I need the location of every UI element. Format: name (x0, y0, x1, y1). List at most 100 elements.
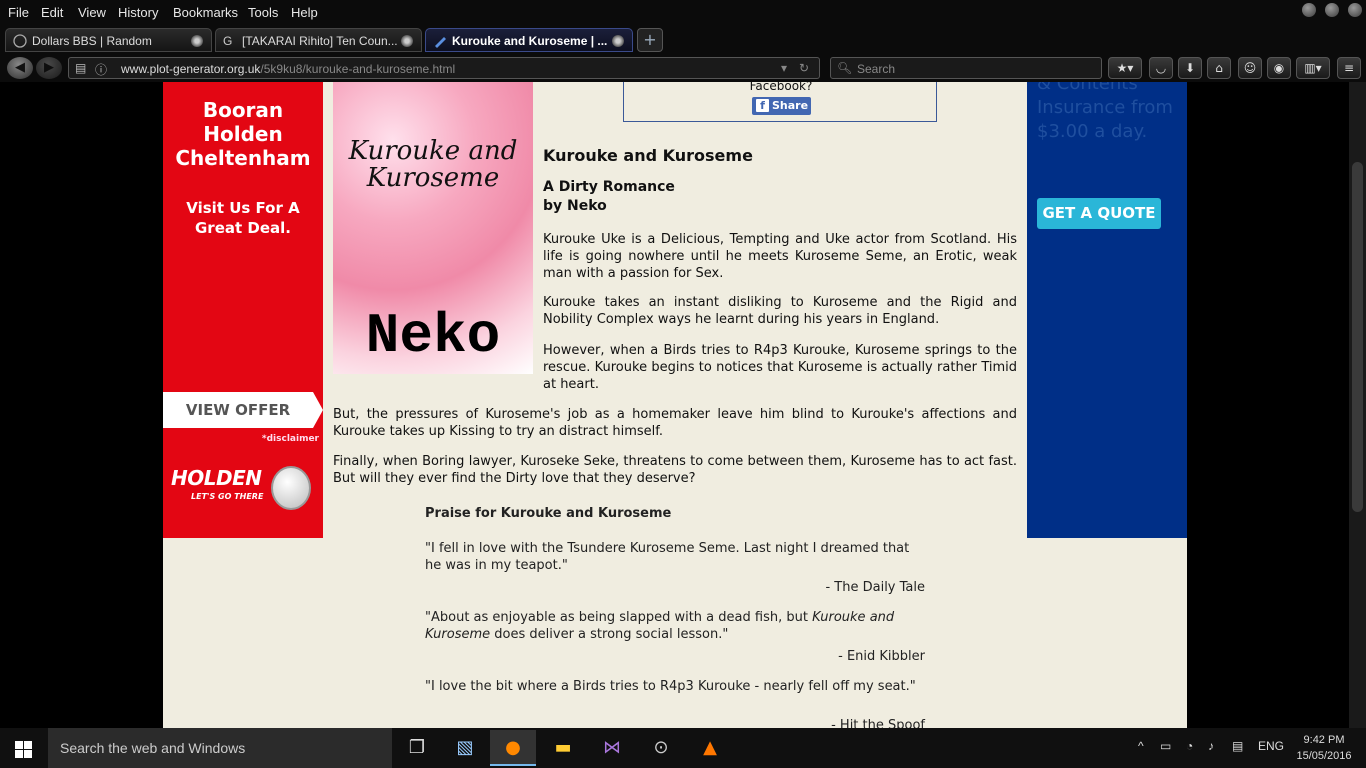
globe-icon (13, 34, 27, 48)
tab-label: Dollars BBS | Random (32, 34, 152, 48)
tab-dollars-bbs[interactable]: Dollars BBS | Random (5, 28, 212, 52)
holden-tagline: LET'S GO THERE (191, 492, 264, 501)
forward-button[interactable]: ▶ (36, 57, 62, 79)
minimize-button[interactable] (1302, 3, 1316, 17)
cover-author: Neko (365, 304, 501, 368)
blurb-paragraph: Kurouke Uke is a Delicious, Tempting and… (543, 232, 1017, 281)
taskbar-search-input[interactable]: Search the web and Windows (48, 728, 392, 768)
visual-studio-icon[interactable]: ⋈ (589, 730, 635, 766)
info-icon[interactable]: ⓘ (95, 61, 107, 78)
back-button[interactable]: ◀ (7, 57, 33, 79)
menu-bookmarks[interactable]: Bookmarks (173, 5, 238, 20)
holden-lion-logo (271, 466, 311, 510)
facebook-prompt: Facebook? (749, 82, 813, 93)
get-a-quote-button[interactable]: GET A QUOTE (1037, 198, 1161, 229)
g-letter-icon: G (223, 34, 233, 48)
task-view-icon[interactable]: ❐ (394, 730, 440, 766)
ad-text: & Contents Insurance from $3.00 a day. (1037, 82, 1173, 142)
navigation-bar: ◀ ▶ ▤ ⓘ www.plot-generator.org.uk/5k9ku8… (0, 54, 1366, 82)
praise-quote: "I fell in love with the Tsundere Kurose… (425, 541, 910, 573)
blurb-paragraph: However, when a Birds tries to R4p3 Kuro… (543, 343, 1017, 392)
menu-tools[interactable]: Tools (248, 5, 278, 20)
close-tab-icon[interactable] (401, 35, 413, 47)
ad-subheading: Visit Us For A Great Deal. (186, 199, 300, 237)
url-domain: www.plot-generator.org.uk (121, 62, 261, 76)
holden-logo-text: HOLDEN (171, 466, 262, 490)
battery-icon[interactable]: ▭ (1160, 739, 1171, 753)
facebook-share-box: Facebook? f Share (623, 82, 937, 122)
clock-date: 15/05/2016 (1296, 750, 1352, 762)
tab-kurouke-and-kuroseme[interactable]: Kurouke and Kuroseme | ... (425, 28, 633, 52)
ad-disclaimer-link[interactable]: *disclaimer (262, 434, 319, 444)
maximize-button[interactable] (1325, 3, 1339, 17)
notifications-icon[interactable]: ▤ (1232, 739, 1243, 753)
book-subtitle: A Dirty Romance by Neko (543, 178, 675, 216)
book-cover-image: Kurouke and Kuroseme Neko (333, 82, 533, 374)
home-icon[interactable]: ⌂ (1207, 57, 1231, 79)
quote-source: - Hit the Spoof (831, 718, 925, 728)
photo-viewer-icon[interactable]: ▧ (442, 730, 488, 766)
facebook-share-button[interactable]: f Share (752, 97, 811, 115)
bookmark-star-icon[interactable]: ★▾ (1108, 57, 1142, 79)
book-genre: A Dirty Romance (543, 179, 675, 195)
url-bar[interactable]: ▤ ⓘ www.plot-generator.org.uk/5k9ku8/kur… (68, 57, 820, 79)
praise-heading: Praise for Kurouke and Kuroseme (425, 506, 672, 521)
view-offer-button[interactable]: VIEW OFFER (163, 392, 323, 428)
scrollbar-thumb[interactable] (1352, 162, 1363, 512)
search-input[interactable]: 🔍︎ Search (830, 57, 1102, 79)
book-byline: by Neko (543, 198, 607, 214)
quote-source: - The Daily Tale (825, 580, 925, 595)
new-tab-button[interactable]: + (637, 28, 663, 52)
chat-icon[interactable]: ☺ (1238, 57, 1262, 79)
menu-bar: File Edit View History Bookmarks Tools H… (0, 0, 1366, 26)
firefox-icon[interactable]: ● (490, 730, 536, 766)
file-explorer-icon[interactable]: ▬ (540, 730, 586, 766)
tab-takarai-rihito[interactable]: G [TAKARAI Rihito] Ten Coun... (215, 28, 422, 52)
cover-title: Kurouke and Kuroseme (348, 136, 518, 193)
volume-icon[interactable]: ♪ (1208, 739, 1214, 753)
page-content: Booran Holden Cheltenham Visit Us For A … (163, 82, 1187, 728)
praise-quote: "I love the bit where a Birds tries to R… (425, 679, 916, 694)
close-window-button[interactable] (1348, 3, 1362, 17)
menu-help[interactable]: Help (291, 5, 318, 20)
holden-advertisement[interactable]: Booran Holden Cheltenham Visit Us For A … (163, 82, 323, 538)
blurb-paragraph: But, the pressures of Kuroseme's job as … (333, 407, 1017, 439)
pocket-icon[interactable]: ◡ (1149, 57, 1173, 79)
tab-label: Kurouke and Kuroseme | ... (452, 34, 608, 48)
extension-icon[interactable]: ◉ (1267, 57, 1291, 79)
share-label: Share (772, 99, 809, 112)
ad-heading: Booran Holden Cheltenham (175, 98, 311, 170)
menu-file[interactable]: File (8, 5, 29, 20)
insurance-advertisement[interactable]: & Contents Insurance from $3.00 a day. G… (1027, 82, 1187, 538)
menu-view[interactable]: View (78, 5, 106, 20)
quote-source: - Enid Kibbler (838, 649, 925, 664)
steam-icon[interactable]: ⊙ (638, 730, 684, 766)
clock-time: 9:42 PM (1303, 734, 1345, 746)
tab-bar: Dollars BBS | Random G [TAKARAI Rihito] … (0, 26, 1366, 54)
close-tab-icon[interactable] (191, 35, 203, 47)
wifi-icon[interactable]: ◔ (1186, 739, 1193, 753)
praise-quote: "About as enjoyable as being slapped wit… (425, 610, 895, 642)
blurb-paragraph: Finally, when Boring lawyer, Kuroseke Se… (333, 454, 1017, 486)
pen-icon (433, 34, 447, 48)
windows-taskbar: Search the web and Windows ❐ ▧ ● ▬ ⋈ ⊙ ▲… (0, 728, 1366, 768)
search-icon: 🔍︎ (837, 61, 853, 75)
menu-history[interactable]: History (118, 5, 158, 20)
facebook-icon: f (756, 99, 769, 112)
show-hidden-icons-icon[interactable]: ^ (1138, 739, 1144, 753)
download-icon[interactable]: ⬇ (1178, 57, 1202, 79)
hamburger-menu-icon[interactable]: ≡ (1337, 57, 1361, 79)
close-tab-icon[interactable] (612, 35, 624, 47)
windows-start-icon[interactable] (0, 728, 48, 768)
page-icon: ▤ (75, 61, 87, 75)
reload-icon[interactable]: ↻ (799, 61, 809, 75)
page-scrollbar[interactable] (1349, 82, 1366, 728)
menu-edit[interactable]: Edit (41, 5, 63, 20)
vlc-icon[interactable]: ▲ (687, 730, 733, 766)
blurb-paragraph: Kurouke takes an instant disliking to Ku… (543, 295, 1017, 327)
sidebar-menu-icon[interactable]: ▥▾ (1296, 57, 1330, 79)
dropdown-arrow-icon[interactable]: ▾ (781, 61, 787, 75)
url-path: /5k9ku8/kurouke-and-kuroseme.html (260, 62, 456, 76)
system-clock[interactable]: 9:42 PM 15/05/2016 (1294, 732, 1354, 764)
language-indicator[interactable]: ENG (1258, 739, 1284, 753)
